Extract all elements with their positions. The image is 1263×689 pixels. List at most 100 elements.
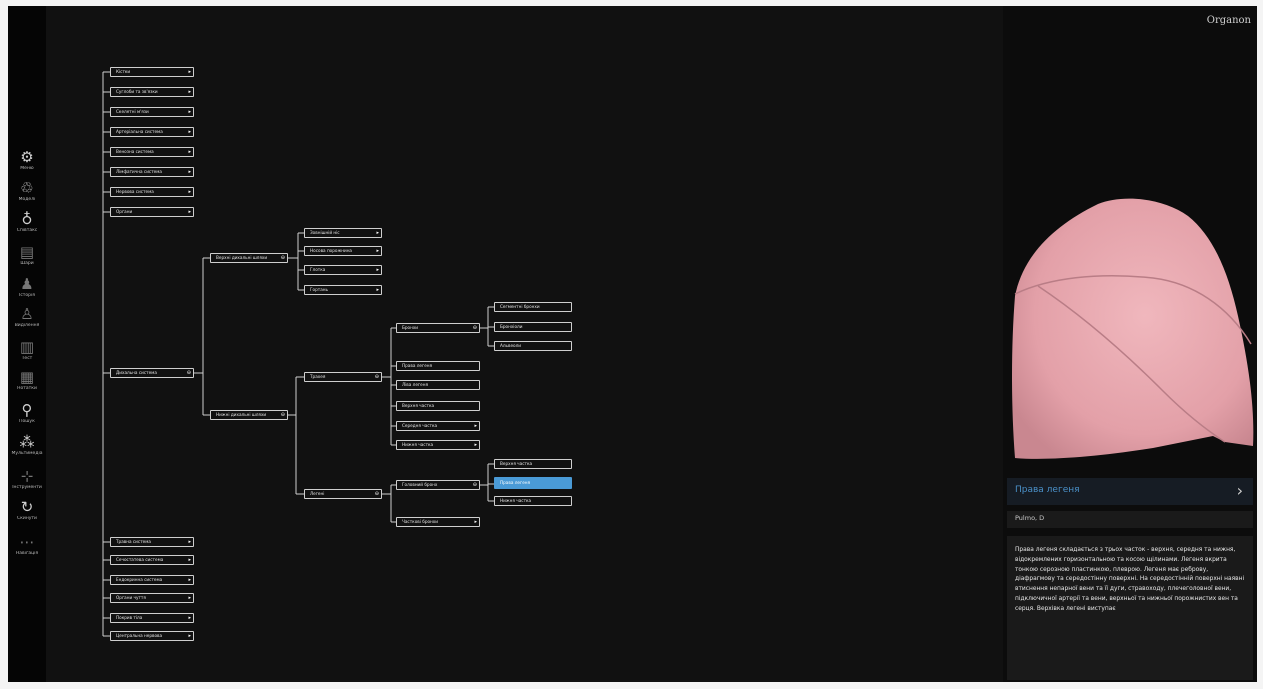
tree-node[interactable]: Сечостатева система ▸: [110, 555, 194, 565]
sidebar-item-navigation[interactable]: ⋯ Навігація: [8, 534, 46, 564]
tree-node[interactable]: Головний бронх ⊖: [396, 480, 480, 490]
tree-node-label: Бронхіоли: [500, 324, 523, 329]
sidebar-item-label: Меню: [20, 166, 34, 171]
tree-node[interactable]: Органи ▸: [110, 207, 194, 217]
models-icon: ♲: [20, 179, 34, 197]
tree-node-label: Верхня частка: [500, 461, 533, 466]
tree-node[interactable]: Альвеоли: [494, 341, 572, 351]
tree-node[interactable]: Органи чуття ▸: [110, 593, 194, 603]
sidebar-item-notes[interactable]: ▦ Нотатки: [8, 369, 46, 399]
system-tree: Кістки ▸ Суглоби та зв'язки ▸ Скелетні м'я…: [46, 6, 1006, 682]
sidebar-item-label: Інструменти: [12, 485, 42, 490]
tree-node[interactable]: Глотка ▸: [304, 265, 382, 275]
tree-node[interactable]: Суглоби та зв'язки ▸: [110, 87, 194, 97]
tree-node[interactable]: Бронхіоли: [494, 322, 572, 332]
tree-node[interactable]: Верхні дихальні шляхи ⊖: [210, 253, 288, 263]
tree-node[interactable]: Венозна система ▸: [110, 147, 194, 157]
tree-node[interactable]: Дихальна система ⊖: [110, 368, 194, 378]
chevron-right-icon: ▸: [376, 287, 379, 293]
collapse-icon: ⊖: [472, 325, 477, 331]
tree-node[interactable]: Скелетні м'язи ▸: [110, 107, 194, 117]
tree-node[interactable]: Права легеня: [396, 361, 480, 371]
chevron-right-icon: ▸: [188, 557, 191, 563]
tree-node[interactable]: Трахея ⊖: [304, 372, 382, 382]
tree-node-label: Нервова система: [116, 189, 154, 194]
tree-node[interactable]: Нижні дихальні шляхи ⊖: [210, 410, 288, 420]
tree-node[interactable]: Травна система ▸: [110, 537, 194, 547]
sidebar-item-search[interactable]: ⚲ Пошук: [8, 402, 46, 432]
description-box: Права легеня складається з трьох часток …: [1007, 536, 1253, 680]
sidebar-item-multimedia[interactable]: ⁂ Мультимедіа: [8, 434, 46, 464]
description-text: Права легеня складається з трьох часток …: [1015, 547, 1245, 612]
chevron-right-icon: ▸: [188, 595, 191, 601]
lung-model-image[interactable]: [1003, 186, 1257, 476]
sidebar-item-label: Мультимедіа: [11, 451, 43, 456]
person-icon: ♟: [20, 275, 34, 293]
figure-icon: ♙: [20, 305, 34, 323]
collapse-icon: ⊖: [186, 370, 191, 376]
chevron-right-icon: ▸: [188, 189, 191, 195]
tree-node[interactable]: Верхня частка: [494, 459, 572, 469]
layers-icon: ▤: [19, 243, 35, 261]
tree-node-label: Гортань: [310, 287, 328, 292]
tree-node-label: Дихальна система: [116, 370, 157, 375]
tree-node[interactable]: Бронхи ⊖: [396, 323, 480, 333]
chevron-right-icon: ▸: [376, 230, 379, 236]
chevron-right-icon: ▸: [376, 267, 379, 273]
sidebar-item-reset[interactable]: ↻ Скинути: [8, 499, 46, 529]
reset-icon: ↻: [20, 498, 34, 516]
sidebar-item-menu[interactable]: ⚙ Меню: [8, 149, 46, 179]
tree-node-label: Ліва легеня: [402, 382, 428, 387]
tree-node[interactable]: Середня частка ▸: [396, 421, 480, 431]
tree-node[interactable]: Носова порожнина ▸: [304, 246, 382, 256]
sidebar-item-label: Нотатки: [17, 386, 37, 391]
tree-node[interactable]: Зовнішній ніс ▸: [304, 228, 382, 238]
collapse-icon: ⊖: [472, 482, 477, 488]
sidebar-item-spivtaks[interactable]: ♁ Співтакс: [8, 211, 46, 241]
tree-node-label: Права легеня: [402, 363, 433, 368]
tree-node[interactable]: Артеріальна система ▸: [110, 127, 194, 137]
tree-node-selected[interactable]: Права легеня: [494, 477, 572, 489]
tree-node[interactable]: Центральна нервова ▸: [110, 631, 194, 641]
tree-node-label: Сегментні бронхи: [500, 304, 540, 309]
tree-node-label: Органи: [116, 209, 133, 214]
tree-node[interactable]: Нижня частка ▸: [396, 440, 480, 450]
sidebar-item-models[interactable]: ♲ Моделі: [8, 180, 46, 210]
sidebar-item-layers[interactable]: ▤ Шари: [8, 244, 46, 274]
tree-node[interactable]: Лімфатична система ▸: [110, 167, 194, 177]
tree-node[interactable]: Покрив тіла ▸: [110, 613, 194, 623]
tree-node-label: Верхні дихальні шляхи: [216, 255, 268, 260]
tree-node[interactable]: Верхня частка: [396, 401, 480, 411]
chevron-right-icon: ▸: [474, 442, 477, 448]
latin-name: Pulmo, D: [1015, 514, 1045, 522]
tree-node[interactable]: Кістки ▸: [110, 67, 194, 77]
collapse-icon: ⊖: [374, 491, 379, 497]
chevron-right-icon: ▸: [188, 615, 191, 621]
chevron-right-icon[interactable]: ›: [1237, 481, 1243, 500]
tree-node[interactable]: Ліва легеня: [396, 380, 480, 390]
tree-node[interactable]: Ендокринна система ▸: [110, 575, 194, 585]
sidebar-item-label: Скинути: [17, 516, 37, 521]
collapse-icon: ⊖: [280, 255, 285, 261]
tree-node-label: Часткові бронхи: [402, 519, 438, 524]
chevron-right-icon: ▸: [376, 248, 379, 254]
tree-node[interactable]: Легені ⊖: [304, 489, 382, 499]
search-icon: ⚲: [21, 401, 33, 419]
chevron-right-icon: ▸: [474, 423, 477, 429]
chevron-right-icon: ▸: [474, 519, 477, 525]
tree-node[interactable]: Гортань ▸: [304, 285, 382, 295]
tree-node[interactable]: Сегментні бронхи: [494, 302, 572, 312]
tree-node[interactable]: Нижня частка: [494, 496, 572, 506]
tree-node-label: Венозна система: [116, 149, 154, 154]
tree-node[interactable]: Нервова система ▸: [110, 187, 194, 197]
tree-node-label: Легені: [310, 491, 325, 496]
sidebar-item-history[interactable]: ♟ Історія: [8, 276, 46, 306]
sidebar-item-selection[interactable]: ♙ Виділення: [8, 306, 46, 336]
sidebar-item-tools[interactable]: ⊹ Інструменти: [8, 468, 46, 498]
tools-icon: ⊹: [20, 467, 34, 485]
tree-node-label: Зовнішній ніс: [310, 230, 340, 235]
tree-node[interactable]: Часткові бронхи ▸: [396, 517, 480, 527]
sidebar-item-test[interactable]: ▥ Тест: [8, 339, 46, 369]
structure-title-bar[interactable]: Права легеня ›: [1007, 478, 1253, 505]
tree-node-label: Носова порожнина: [310, 248, 352, 253]
